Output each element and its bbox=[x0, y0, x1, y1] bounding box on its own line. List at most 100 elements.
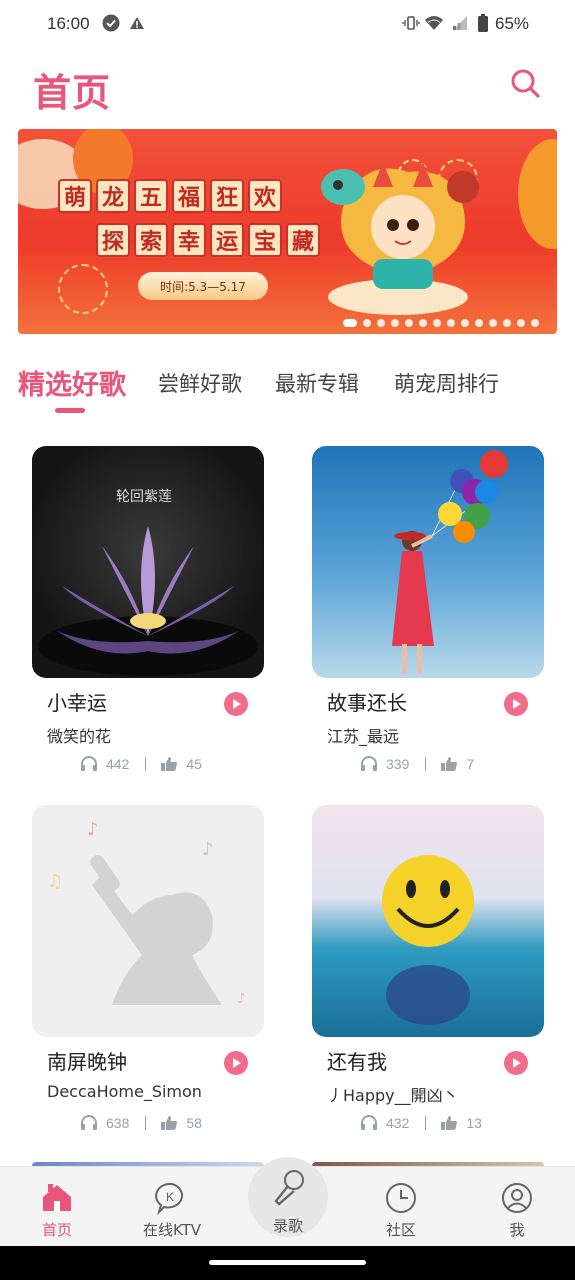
stats-divider bbox=[145, 1116, 147, 1130]
banner-page-dot[interactable] bbox=[447, 319, 455, 327]
vibrate-icon bbox=[402, 14, 420, 32]
svg-text:♪: ♪ bbox=[87, 819, 99, 840]
banner-title-char: 五 bbox=[134, 179, 168, 213]
banner-title-char: 运 bbox=[210, 223, 244, 257]
song-title[interactable]: 小幸运 bbox=[47, 687, 107, 716]
banner-page-dot[interactable] bbox=[489, 319, 497, 327]
nav-online-ktv[interactable]: K 在线KTV bbox=[127, 1181, 217, 1240]
like-count: 45 bbox=[186, 756, 202, 772]
banner-page-dot[interactable] bbox=[461, 319, 469, 327]
nav-label: 社区 bbox=[385, 1221, 416, 1239]
listen-count: 432 bbox=[386, 1115, 410, 1131]
banner-title-char: 狂 bbox=[210, 179, 244, 213]
banner-page-dot[interactable] bbox=[517, 319, 525, 327]
svg-text:♪: ♪ bbox=[237, 991, 246, 1007]
user-icon bbox=[500, 1181, 534, 1215]
song-card[interactable]: 故事还长 江苏_最远 339 7 bbox=[312, 446, 544, 786]
banner-pagination[interactable] bbox=[343, 319, 539, 327]
song-title[interactable]: 故事还长 bbox=[327, 687, 407, 716]
listen-count: 339 bbox=[386, 756, 410, 772]
thumbs-up-icon bbox=[440, 756, 458, 772]
song-cover[interactable] bbox=[312, 446, 544, 678]
song-card[interactable]: 轮回紫莲 小幸运 微笑的花 442 45 bbox=[32, 446, 264, 786]
nav-label: 录歌 bbox=[272, 1217, 303, 1235]
tab-new-albums[interactable]: 最新专辑 bbox=[275, 368, 359, 398]
battery-icon bbox=[477, 14, 489, 32]
banner-page-dot[interactable] bbox=[503, 319, 511, 327]
tab-pet-weekly-chart[interactable]: 萌宠周排行 bbox=[394, 368, 499, 398]
alert-icon bbox=[128, 14, 146, 32]
status-bar: 16:00 65% bbox=[0, 0, 575, 48]
banner-page-dot[interactable] bbox=[419, 319, 427, 327]
play-icon[interactable] bbox=[504, 692, 528, 716]
banner-title-char: 欢 bbox=[248, 179, 282, 213]
stats-divider bbox=[425, 757, 427, 771]
svg-text:♫: ♫ bbox=[47, 871, 63, 892]
banner-page-dot[interactable] bbox=[343, 319, 357, 327]
song-card[interactable]: ♪ ♫ ♪ ♪ 南屏晚钟 DeccaHome_Simon 638 58 bbox=[32, 805, 264, 1145]
nav-record[interactable]: 录歌 bbox=[248, 1157, 328, 1237]
play-icon[interactable] bbox=[224, 692, 248, 716]
banner-page-dot[interactable] bbox=[433, 319, 441, 327]
like-count: 13 bbox=[466, 1115, 482, 1131]
banner-page-dot[interactable] bbox=[405, 319, 413, 327]
dragon-mascot bbox=[313, 147, 483, 317]
song-stats: 638 58 bbox=[80, 1113, 202, 1133]
banner-title-char: 幸 bbox=[172, 223, 206, 257]
singer-name[interactable]: 微笑的花 bbox=[47, 723, 111, 747]
singer-name[interactable]: 江苏_最远 bbox=[327, 723, 399, 747]
headphones-icon bbox=[360, 1115, 378, 1131]
banner-page-dot[interactable] bbox=[377, 319, 385, 327]
thumbs-up-icon bbox=[160, 1115, 178, 1131]
active-tab-indicator bbox=[55, 408, 85, 413]
microphone-icon bbox=[268, 1167, 308, 1207]
banner-page-dot[interactable] bbox=[531, 319, 539, 327]
lantern-decoration bbox=[518, 139, 557, 249]
firework-decoration bbox=[58, 264, 108, 314]
singer-name[interactable]: 丿Happy__開凶丶 bbox=[327, 1082, 459, 1106]
banner-page-dot[interactable] bbox=[363, 319, 371, 327]
like-count: 7 bbox=[466, 756, 475, 772]
home-gesture-handle[interactable] bbox=[209, 1260, 366, 1265]
check-circle-icon bbox=[102, 14, 120, 32]
song-title[interactable]: 还有我 bbox=[327, 1046, 387, 1075]
listen-count: 442 bbox=[106, 756, 130, 772]
nav-community[interactable]: 社区 bbox=[356, 1181, 446, 1240]
banner-title-char: 龙 bbox=[96, 179, 130, 213]
song-cover[interactable]: ♪ ♫ ♪ ♪ bbox=[32, 805, 264, 1037]
category-tabs: 精选好歌 尝鲜好歌 最新专辑 萌宠周排行 bbox=[18, 360, 558, 420]
banner-title-char: 探 bbox=[96, 223, 130, 257]
song-cover[interactable]: 轮回紫莲 bbox=[32, 446, 264, 678]
play-icon[interactable] bbox=[224, 1051, 248, 1075]
page-title: 首页 bbox=[33, 71, 112, 115]
song-stats: 442 45 bbox=[80, 754, 202, 774]
banner-title-char: 宝 bbox=[248, 223, 282, 257]
banner-title-char: 福 bbox=[172, 179, 206, 213]
stats-divider bbox=[425, 1116, 427, 1130]
banner-page-dot[interactable] bbox=[391, 319, 399, 327]
nav-home[interactable]: 首页 bbox=[12, 1181, 102, 1240]
signal-icon bbox=[451, 14, 469, 32]
listen-count: 638 bbox=[106, 1115, 130, 1131]
song-stats: 432 13 bbox=[360, 1113, 482, 1133]
thumbs-up-icon bbox=[440, 1115, 458, 1131]
promo-banner[interactable]: 萌 龙 五 福 狂 欢 探 索 幸 运 宝 藏 时间:5.3—5.17 bbox=[18, 129, 557, 334]
song-cover[interactable] bbox=[312, 805, 544, 1037]
nav-me[interactable]: 我 bbox=[472, 1181, 562, 1240]
cover-caption: 轮回紫莲 bbox=[116, 489, 172, 505]
tab-fresh-songs[interactable]: 尝鲜好歌 bbox=[158, 368, 242, 398]
home-icon bbox=[40, 1181, 74, 1215]
tab-featured-songs[interactable]: 精选好歌 bbox=[18, 363, 126, 402]
singer-name[interactable]: DeccaHome_Simon bbox=[47, 1082, 202, 1101]
nav-label: 首页 bbox=[41, 1221, 72, 1239]
clock-icon bbox=[384, 1181, 418, 1215]
play-icon[interactable] bbox=[504, 1051, 528, 1075]
headphones-icon bbox=[360, 756, 378, 772]
banner-page-dot[interactable] bbox=[475, 319, 483, 327]
stats-divider bbox=[145, 757, 147, 771]
search-icon[interactable] bbox=[508, 66, 542, 100]
banner-title-char: 萌 bbox=[58, 179, 92, 213]
song-title[interactable]: 南屏晚钟 bbox=[47, 1046, 127, 1075]
like-count: 58 bbox=[186, 1115, 202, 1131]
song-card[interactable]: 还有我 丿Happy__開凶丶 432 13 bbox=[312, 805, 544, 1145]
